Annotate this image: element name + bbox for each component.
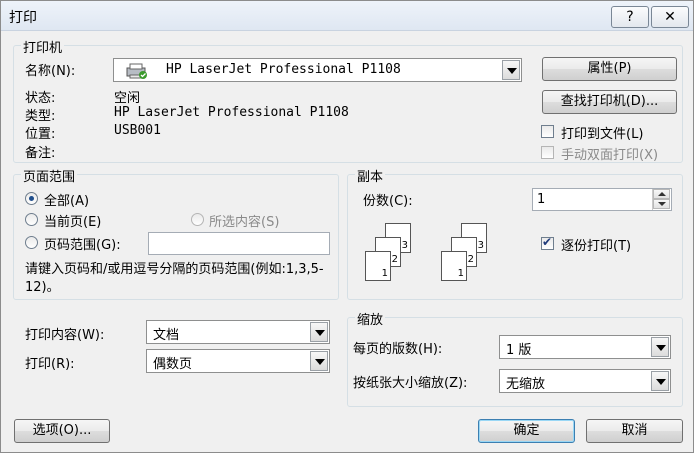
- status-value: 空闲: [114, 91, 141, 106]
- pages-per-sheet-label: 每页的版数(H):: [353, 342, 443, 357]
- title-bar[interactable]: 打印 ? ✕: [1, 1, 693, 31]
- collate-label[interactable]: 逐份打印(T): [561, 235, 631, 254]
- collate-stack-b: 3 2 1: [441, 221, 501, 285]
- ok-button[interactable]: 确定: [478, 419, 575, 443]
- close-button[interactable]: ✕: [651, 6, 689, 28]
- find-printer-button[interactable]: 查找打印机(D)...: [542, 90, 677, 114]
- scale-select[interactable]: 无缩放: [499, 369, 671, 393]
- copies-spinner[interactable]: [652, 189, 670, 210]
- range-selection-label[interactable]: 所选内容(S): [209, 211, 279, 230]
- chevron-down-icon[interactable]: [310, 351, 328, 371]
- pages-per-sheet-value: 1 版: [506, 343, 532, 358]
- print-what-select[interactable]: 文档: [146, 320, 330, 344]
- printer-name-value: HP LaserJet Professional P1108: [166, 62, 401, 77]
- help-button[interactable]: ?: [611, 6, 649, 28]
- range-all-label[interactable]: 全部(A): [44, 190, 89, 209]
- spin-down-icon[interactable]: [653, 199, 670, 209]
- page-range-legend: 页面范围: [21, 166, 78, 185]
- printer-name-select[interactable]: HP LaserJet Professional P1108: [113, 58, 522, 82]
- print-to-file-checkbox[interactable]: [541, 125, 554, 138]
- type-label: 类型:: [25, 109, 56, 124]
- options-button[interactable]: 选项(O)...: [14, 419, 110, 443]
- manual-duplex-label[interactable]: 手动双面打印(X): [561, 144, 658, 163]
- range-pages-label[interactable]: 页码范围(G):: [44, 234, 121, 253]
- zoom-legend: 缩放: [355, 309, 386, 328]
- chevron-down-icon[interactable]: [651, 337, 669, 357]
- zoom-group: [347, 317, 683, 407]
- page-thumb: 1: [441, 251, 467, 281]
- type-value: HP LaserJet Professional P1108: [114, 105, 349, 120]
- cancel-button[interactable]: 取消: [586, 419, 683, 443]
- range-selection-radio[interactable]: [191, 213, 204, 226]
- collate-stack-a: 3 2 1: [365, 221, 425, 285]
- scale-label: 按纸张大小缩放(Z):: [353, 376, 468, 391]
- where-value: USB001: [114, 123, 161, 138]
- chevron-down-icon[interactable]: [651, 371, 669, 391]
- printer-name-label: 名称(N):: [25, 64, 76, 79]
- print-label: 打印(R):: [25, 357, 75, 372]
- copies-count-input[interactable]: 1: [532, 188, 672, 211]
- pages-per-sheet-select[interactable]: 1 版: [499, 335, 671, 359]
- chevron-down-icon[interactable]: [310, 322, 328, 342]
- copies-count-value: 1: [537, 192, 546, 207]
- print-what-label: 打印内容(W):: [25, 328, 105, 343]
- where-label: 位置:: [25, 127, 56, 142]
- chevron-down-icon[interactable]: [502, 60, 520, 80]
- print-dialog: 打印 ? ✕ 打印机 名称(N): HP LaserJet Profession…: [0, 0, 694, 453]
- printer-icon: [126, 63, 147, 79]
- page-range-input[interactable]: [148, 232, 330, 255]
- print-select[interactable]: 偶数页: [146, 349, 330, 373]
- range-all-radio[interactable]: [25, 192, 38, 205]
- comment-label: 备注:: [25, 146, 56, 161]
- scale-value: 无缩放: [506, 377, 546, 392]
- print-to-file-label[interactable]: 打印到文件(L): [561, 123, 643, 142]
- range-current-label[interactable]: 当前页(E): [44, 211, 101, 230]
- dialog-title: 打印: [9, 10, 37, 26]
- printer-legend: 打印机: [21, 37, 65, 56]
- print-what-value: 文档: [153, 328, 180, 343]
- spin-up-icon[interactable]: [653, 189, 670, 199]
- page-thumb: 1: [365, 251, 391, 281]
- status-label: 状态:: [25, 91, 56, 106]
- collate-checkbox[interactable]: [541, 235, 554, 250]
- range-pages-radio[interactable]: [25, 236, 38, 249]
- manual-duplex-checkbox[interactable]: [541, 146, 554, 159]
- page-range-hint: 请键入页码和/或用逗号分隔的页码范围(例如:1,3,5-12)。: [25, 262, 324, 295]
- range-current-radio[interactable]: [25, 213, 38, 226]
- properties-button[interactable]: 属性(P): [542, 57, 677, 81]
- copies-count-label: 份数(C):: [363, 194, 413, 209]
- copies-legend: 副本: [355, 166, 386, 185]
- print-value: 偶数页: [153, 357, 193, 372]
